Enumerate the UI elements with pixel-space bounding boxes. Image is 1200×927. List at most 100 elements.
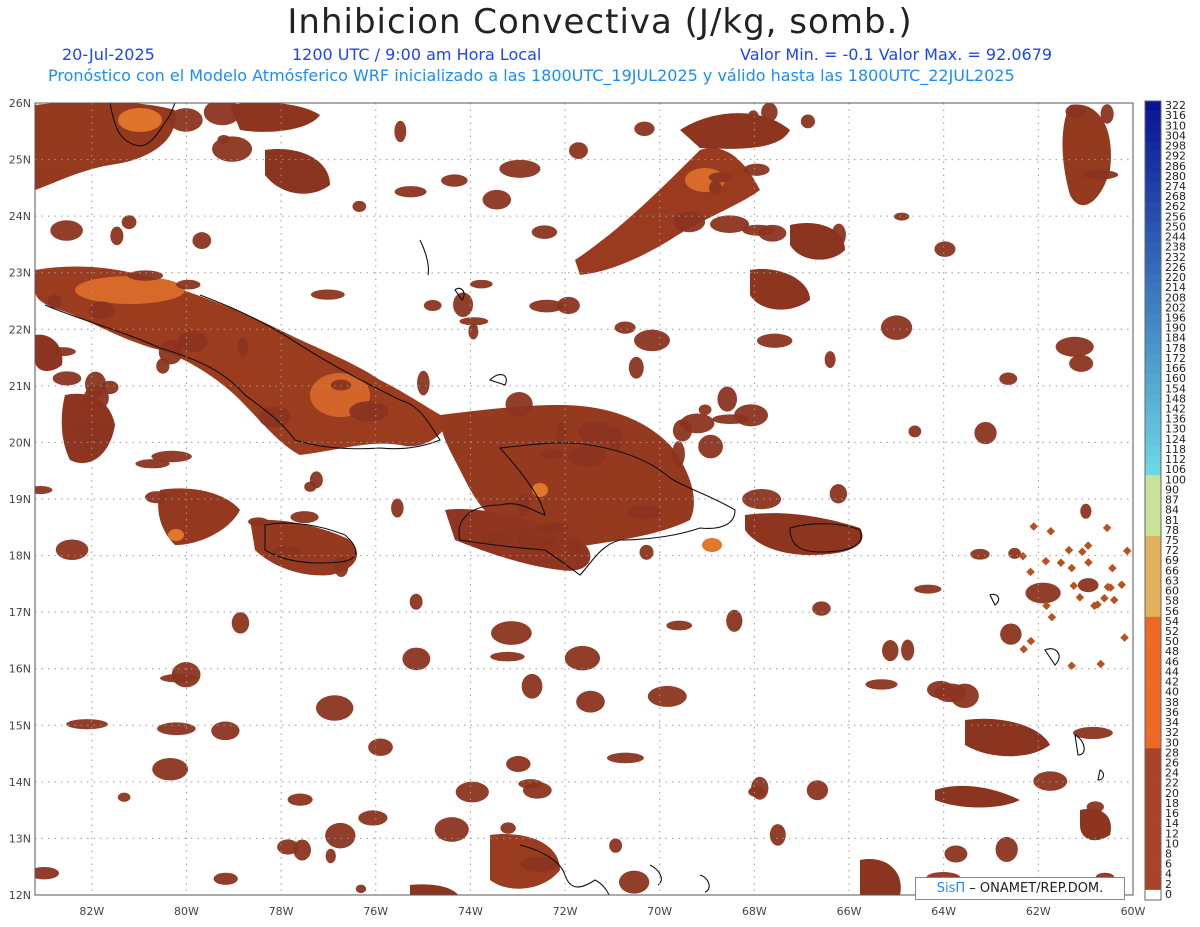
colorbar-swatch [1145,384,1161,395]
field-cell [576,690,605,713]
colorbar-swatch [1145,829,1161,840]
colorbar-swatch [1145,778,1161,790]
field-cell [1081,170,1119,180]
colorbar-swatch [1145,495,1161,506]
field-cell [540,448,563,460]
colorbar-swatch [1145,525,1161,537]
field-cell [1120,633,1129,642]
field-cell [272,546,302,557]
field-high-blob [75,276,185,304]
field-cell [85,371,107,398]
colorbar-swatch [1145,728,1161,739]
colorbar-swatch [1145,131,1161,142]
colorbar-swatch [1145,424,1161,436]
field-cell [217,134,231,144]
field-cell [46,347,76,357]
field-high-blob [532,483,548,497]
lat-label: 26N [9,97,31,110]
colorbar-swatch [1145,768,1161,779]
field-cell [171,661,201,688]
field-cell [518,779,543,789]
lat-label: 12N [9,889,31,902]
field-cell [1008,547,1021,559]
field-cell [423,299,442,311]
field-cell [769,824,786,846]
colorbar-swatch [1145,677,1161,688]
colorbar-swatch [1145,808,1161,820]
field-cell [647,685,687,707]
field-cell [1029,522,1038,531]
lon-label: 72W [553,905,578,918]
colorbar-swatch [1145,262,1161,274]
lat-label: 21N [9,380,31,393]
field-blob [750,269,810,310]
colorbar-swatch [1145,515,1161,527]
field-cell [192,232,212,249]
field-cell [213,872,238,885]
field-cell [1102,523,1112,533]
field-cell [666,620,693,631]
colorbar-swatch [1145,788,1161,800]
field-cell [606,752,644,764]
field-cell [1041,556,1051,566]
colorbar-swatch [1145,586,1161,597]
field-cell [756,333,793,348]
colorbar-swatch [1145,202,1161,213]
field-cell [1100,593,1109,603]
field-cell [157,722,196,736]
field-cell [468,323,479,340]
field-cell [1108,563,1117,573]
colorbar-swatch [1145,414,1161,425]
colorbar-swatch [1145,222,1161,233]
field-cell [812,601,831,616]
sis-logo-text: SisΠ [936,881,966,896]
field-cell [355,884,367,894]
colorbar-swatch [1145,303,1161,314]
colorbar-swatch [1145,171,1161,183]
field-cell [55,539,89,560]
field-cell [628,356,644,379]
field-cell [176,279,201,290]
colorbar-swatch [1145,748,1161,759]
field-cell [520,856,559,873]
field-cell [743,163,770,176]
lon-label: 66W [837,905,862,918]
lat-label: 18N [9,550,31,563]
field-cell [865,679,898,690]
field-cell [506,756,531,772]
field-cell [726,609,743,632]
field-cell [490,651,525,662]
lon-label: 78W [269,905,294,918]
colorbar-swatch [1145,454,1161,466]
lat-label: 14N [9,776,31,789]
field-cell [564,645,601,671]
field-cell [673,211,706,233]
field-cell [121,215,137,230]
field-cell [231,612,250,634]
lon-label: 64W [931,905,956,918]
field-blob [265,149,330,194]
colorbar-swatch [1145,738,1161,749]
field-blob [935,785,1020,808]
field-cell [569,142,588,159]
field-cell [529,299,565,313]
field-cell [1067,563,1076,573]
lon-label: 82W [79,905,104,918]
colorbar-swatch [1145,697,1161,709]
colorbar-swatch [1145,121,1161,132]
credit-org: – ONAMET/REP.DOM. [969,881,1104,896]
latitude-labels: 26N 25N 24N 23N 22N 21N 20N 19N 18N 17N 16N 15N 14N 1… [9,97,31,902]
colorbar-swatch [1145,717,1161,729]
field-cell [568,445,607,467]
colorbar-swatch [1145,485,1161,496]
field-cell [334,556,349,578]
lon-label: 76W [363,905,388,918]
lat-label: 19N [9,493,31,506]
colorbar-swatch [1145,819,1161,830]
field-cell [402,647,431,671]
field-cell [50,220,83,241]
lat-label: 20N [9,436,31,449]
lat-label: 25N [9,154,31,167]
lat-label: 16N [9,663,31,676]
colorbar-swatch [1145,252,1161,264]
